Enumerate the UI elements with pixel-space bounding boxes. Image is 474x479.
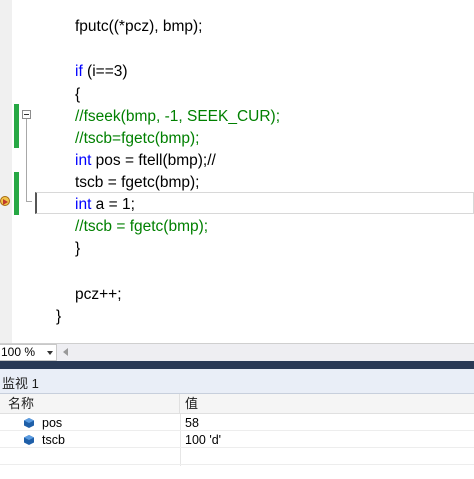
code-line[interactable]: pcz++;	[75, 283, 122, 306]
code-keyword: int	[75, 196, 92, 213]
column-header-value[interactable]: 值	[180, 394, 474, 414]
code-line[interactable]: int a = 1;	[75, 193, 135, 216]
watch-name: tscb	[42, 433, 65, 447]
zoom-value: 100 %	[1, 345, 36, 359]
watch-value[interactable]: 58	[185, 415, 199, 431]
column-header-name[interactable]: 名称	[0, 394, 180, 414]
breakpoint-margin[interactable]	[0, 0, 12, 343]
change-indicator	[14, 172, 19, 215]
code-comment: //tscb = fgetc(bmp);	[75, 218, 209, 235]
code-comment: //tscb=fgetc(bmp);	[75, 130, 200, 147]
code-text: (i==3)	[82, 63, 128, 80]
code-keyword: if	[75, 63, 83, 80]
scroll-left-icon[interactable]	[63, 348, 68, 356]
code-keyword: int	[75, 152, 92, 169]
code-text: fputc((*pcz), bmp);	[75, 18, 203, 35]
code-line[interactable]: {	[75, 83, 80, 106]
code-text: }	[56, 308, 62, 325]
code-text: }	[75, 240, 81, 257]
code-line[interactable]: }	[75, 237, 80, 260]
chevron-down-icon[interactable]	[47, 351, 53, 355]
watch-name: pos	[42, 416, 63, 430]
code-line[interactable]: int pos = ftell(bmp);//	[75, 149, 216, 172]
code-text: {	[75, 86, 81, 103]
code-text: pos = ftell(bmp);//	[91, 152, 216, 169]
change-indicator	[14, 104, 19, 148]
watch-panel-tab[interactable]: 监视 1	[0, 369, 474, 394]
code-line[interactable]: tscb = fgetc(bmp);	[75, 171, 199, 194]
editor-status-bar: 100 %	[0, 343, 474, 361]
variable-icon	[24, 435, 34, 445]
watch-row[interactable]: tscb 100 'd'	[0, 432, 474, 448]
variable-icon	[24, 418, 34, 428]
outline-guide-end	[26, 201, 32, 202]
code-line[interactable]: }	[56, 305, 61, 328]
code-line[interactable]: //tscb = fgetc(bmp);	[75, 215, 208, 238]
code-text: a = 1;	[91, 196, 135, 213]
watch-row[interactable]: pos 58	[0, 415, 474, 431]
zoom-dropdown[interactable]: 100 %	[0, 344, 57, 361]
current-statement-arrow-icon	[0, 196, 10, 206]
code-editor[interactable]: fputc((*pcz), bmp); if (i==3) { //fseek(…	[0, 0, 474, 343]
code-text: pcz++;	[75, 286, 122, 303]
watch-panel-title: 监视 1	[2, 376, 39, 391]
code-line[interactable]: //tscb=fgetc(bmp);	[75, 127, 199, 150]
outline-guide	[26, 119, 27, 201]
collapse-icon[interactable]	[22, 110, 31, 119]
watch-row-empty[interactable]	[0, 449, 474, 465]
code-text: tscb = fgetc(bmp);	[75, 174, 200, 191]
code-line[interactable]: if (i==3)	[75, 60, 128, 83]
code-line[interactable]: //fseek(bmp, -1, SEEK_CUR);	[75, 105, 280, 128]
watch-value[interactable]: 100 'd'	[185, 432, 221, 448]
watch-panel-top-border	[0, 361, 474, 369]
watch-table: 名称 值 pos 58 tscb 100 'd'	[0, 394, 474, 479]
code-comment: //fseek(bmp, -1, SEEK_CUR);	[75, 108, 281, 125]
code-line[interactable]: fputc((*pcz), bmp);	[75, 15, 202, 38]
